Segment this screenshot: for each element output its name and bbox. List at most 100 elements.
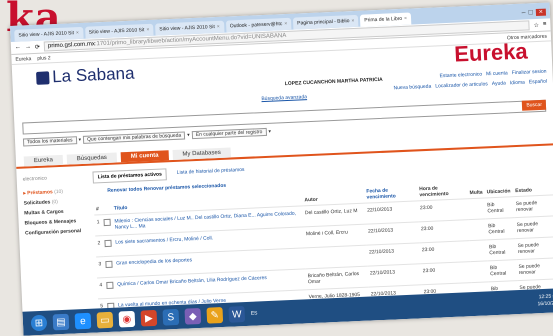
eureka-logo: Eureka: [453, 38, 529, 67]
folder-icon[interactable]: ▤: [52, 313, 70, 331]
account-sidebar: electronico ▸ Préstamos (10) Solicitudes…: [16, 166, 95, 329]
header-links: Estante electronico Mi cuenta Finalizar …: [440, 69, 547, 80]
tab-label: Prima de la Libro: [364, 15, 403, 24]
tab-label: Pagina principal - Biblio: [297, 18, 350, 27]
close-icon[interactable]: ×: [146, 27, 149, 33]
row-due: 22/10/2013: [367, 263, 422, 288]
skype-icon[interactable]: S: [162, 308, 180, 326]
row-fine: [469, 239, 488, 262]
menu-icon[interactable]: ≡: [543, 22, 547, 28]
user-name: LOPEZ CUCANCHON MARTHA PATRICIA: [284, 76, 383, 88]
row-status: Se puede renovar: [516, 257, 553, 281]
row-due: 22/10/2013: [365, 221, 420, 246]
link-estante[interactable]: Estante electronico: [440, 71, 483, 79]
minimize-icon[interactable]: –: [522, 10, 526, 17]
row-status: Se puede renovar: [513, 194, 553, 218]
checkbox-icon[interactable]: [104, 239, 112, 248]
forward-icon[interactable]: →: [25, 44, 31, 50]
sidebar-crumb: electronico: [22, 175, 48, 183]
chrome-icon[interactable]: ◉: [118, 310, 136, 328]
row-location: Bib Central: [484, 196, 515, 219]
close-icon[interactable]: ×: [404, 16, 407, 22]
row-due: 22/10/2013: [364, 200, 419, 225]
start-button-icon[interactable]: ⊞: [30, 314, 48, 332]
tab-label: Sitio view - AJIS 2010 Sit: [88, 27, 145, 36]
bookmark-item[interactable]: Eureka: [15, 56, 31, 63]
sidebar-item-configuracion[interactable]: Configuración personal: [25, 226, 85, 239]
tab-label: Outlook - pateserv@htc: [229, 21, 283, 30]
col-select: [100, 198, 112, 215]
row-fine: [468, 218, 487, 241]
bookmark-item[interactable]: plus 2: [37, 55, 51, 62]
material-select[interactable]: Todos los materiales: [22, 136, 77, 147]
university-logo[interactable]: La Sabana: [36, 64, 135, 88]
row-hour: 23:00: [420, 261, 472, 285]
close-icon[interactable]: ×: [284, 21, 287, 27]
tab-eureka[interactable]: Eureka: [23, 154, 64, 167]
close-icon[interactable]: ×: [351, 18, 354, 24]
back-icon[interactable]: ←: [15, 45, 21, 51]
subtab-loan-history[interactable]: Lista de historial de préstamos: [173, 165, 249, 180]
sidebar-item-count: (0): [51, 199, 59, 206]
app-icon[interactable]: ◆: [184, 307, 202, 325]
row-author: Moliné i Coll, Ercru: [303, 224, 367, 248]
word-icon[interactable]: W: [228, 306, 246, 323]
row-hour: 23:00: [418, 219, 470, 243]
row-author: Del castillo Ortiz, Luz M: [302, 203, 366, 227]
row-fine: [470, 260, 489, 283]
maximize-icon[interactable]: □: [528, 9, 533, 16]
system-clock[interactable]: 12:25 p.m. 16/10/2013: [537, 293, 553, 308]
logo-text: La Sabana: [51, 63, 135, 87]
row-author: [304, 245, 368, 269]
close-icon[interactable]: ×: [217, 24, 220, 30]
chevron-down-icon[interactable]: ▾: [78, 137, 81, 143]
checkbox-icon[interactable]: [103, 218, 111, 227]
chevron-down-icon[interactable]: ▾: [268, 129, 271, 135]
row-due: 22/10/2013: [366, 242, 421, 267]
subtab-active-loans[interactable]: Lista de préstamos activos: [92, 168, 168, 184]
language-indicator[interactable]: ES: [251, 310, 258, 316]
close-icon[interactable]: ×: [76, 30, 79, 36]
row-author: Bricaño Beltrán, Carlos Omar: [305, 266, 369, 290]
row-location: Bib Central: [486, 238, 517, 261]
explorer-icon[interactable]: ▭: [96, 311, 114, 329]
chevron-down-icon[interactable]: ▾: [187, 132, 190, 138]
internet-explorer-icon[interactable]: e: [74, 312, 92, 330]
star-icon[interactable]: ☆: [533, 21, 539, 28]
col-status: Estado: [515, 187, 533, 195]
link-mi-cuenta[interactable]: Mi cuenta: [486, 70, 508, 77]
row-fine: [467, 197, 486, 220]
row-hour: 23:00: [417, 198, 469, 222]
clock-date: 16/10/2013: [537, 300, 553, 308]
row-hour: 23:00: [419, 240, 471, 264]
sidebar-item-label: Solicitudes: [23, 199, 51, 207]
window-controls: – □ ×: [522, 8, 551, 19]
checkbox-icon[interactable]: [105, 260, 113, 269]
tab-mi-cuenta[interactable]: Mi cuenta: [120, 150, 169, 163]
paint-icon[interactable]: ✎: [206, 307, 224, 324]
media-player-icon[interactable]: ▶: [140, 309, 158, 327]
field-select[interactable]: En cualquier parte del registro: [191, 127, 267, 140]
row-checkbox[interactable]: [101, 214, 114, 236]
col-fine: Multa: [469, 189, 483, 197]
row-location: Bib Central: [485, 217, 516, 240]
tab-busquedas[interactable]: Búsquedas: [66, 152, 118, 165]
advanced-search-link[interactable]: Búsqueda avanzada: [261, 94, 307, 102]
window-close-icon[interactable]: ×: [535, 8, 547, 17]
browser-screenshot: Sitio view - AJIS 2010 Sit × Sitio view -…: [10, 2, 553, 336]
row-checkbox[interactable]: [102, 256, 115, 278]
link-finalizar[interactable]: Finalizar sesion: [512, 69, 547, 77]
url-host: primo.gsl.com.mx: [47, 41, 96, 50]
search-button[interactable]: Buscar: [522, 99, 547, 111]
checkbox-icon[interactable]: [106, 281, 114, 290]
col-location: Ubicación: [486, 188, 511, 196]
reload-icon[interactable]: ⟳: [35, 43, 40, 50]
shield-icon: [36, 70, 50, 85]
tab-label: Sitio view - AJIS 2010 Sit: [159, 24, 215, 33]
browser-tab-active[interactable]: Prima de la Libro ×: [360, 12, 412, 27]
row-checkbox[interactable]: [102, 235, 114, 257]
match-select[interactable]: Que contengan mis palabras de búsqueda: [82, 131, 186, 144]
tab-my-databases[interactable]: My Databases: [172, 147, 232, 161]
row-checkbox[interactable]: [103, 277, 116, 299]
row-status: Se puede renovar: [515, 236, 553, 260]
